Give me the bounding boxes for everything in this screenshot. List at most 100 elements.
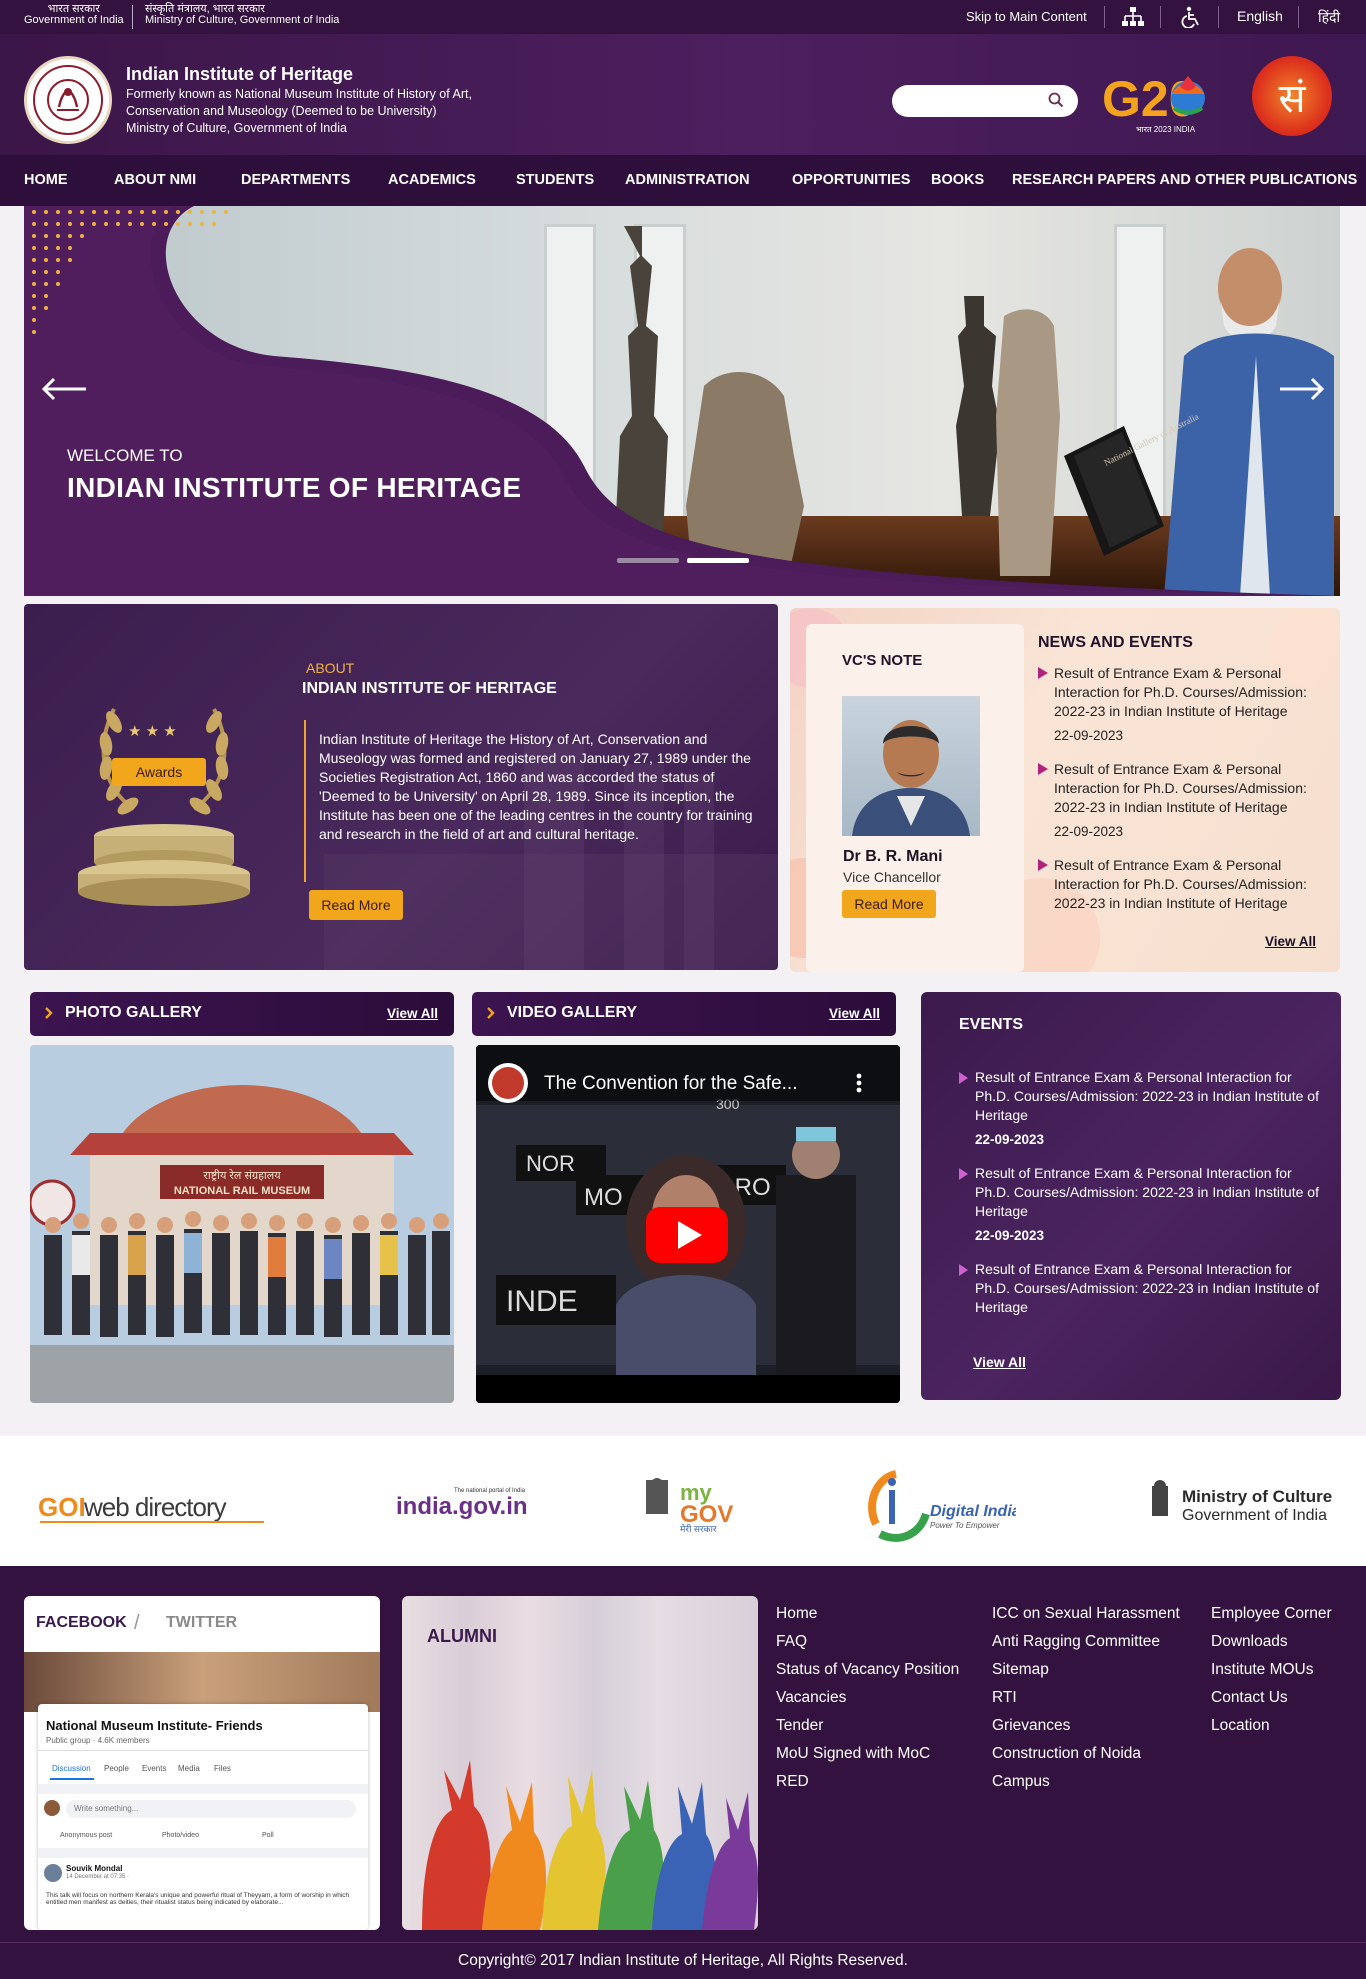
ministry-english-text: Ministry of Culture, Government of India <box>145 14 340 26</box>
skip-to-main-link[interactable]: Skip to Main Content <box>966 9 1087 24</box>
news-item-text[interactable]: Result of Entrance Exam & Personal Inter… <box>1054 760 1332 817</box>
footer-link[interactable]: Status of Vacancy Position <box>776 1656 959 1684</box>
event-item[interactable]: Result of Entrance Exam & Personal Inter… <box>959 1164 1329 1244</box>
facebook-group-meta: Public group · 4.6K members <box>46 1736 150 1745</box>
digital-india-logo[interactable]: Digital India Power To Empower <box>866 1468 1021 1544</box>
event-item-text[interactable]: Result of Entrance Exam & Personal Inter… <box>975 1260 1329 1317</box>
footer-link[interactable]: Sitemap <box>992 1656 1180 1684</box>
footer-link[interactable]: Downloads <box>1211 1628 1332 1656</box>
footer-link[interactable]: Tender <box>776 1712 959 1740</box>
institute-emblem-icon <box>33 65 103 135</box>
mygov-logo[interactable]: my GOV मेरी सरकार <box>642 1474 752 1534</box>
tab-facebook[interactable]: FACEBOOK <box>36 1614 127 1632</box>
footer-link[interactable]: FAQ <box>776 1628 959 1656</box>
nav-academics[interactable]: ACADEMICS <box>388 172 476 188</box>
news-item[interactable]: Result of Entrance Exam & Personal Inter… <box>1038 760 1332 840</box>
news-view-all-link[interactable]: View All <box>1265 934 1316 949</box>
fb-composer-input[interactable]: Write something... <box>66 1800 356 1818</box>
arrow-right-icon[interactable] <box>1278 376 1326 407</box>
footer-link[interactable]: MoU Signed with MoC <box>776 1740 959 1768</box>
accessibility-icon[interactable] <box>1178 6 1204 28</box>
footer-link[interactable]: ICC on Sexual Harassment <box>992 1600 1180 1628</box>
museum-sign-hindi: राष्ट्रीय रेल संग्रहालय <box>203 1169 281 1182</box>
site-header: Indian Institute of Heritage Formerly kn… <box>0 34 1366 155</box>
facebook-cover-image <box>24 1652 380 1712</box>
footer-link[interactable]: Home <box>776 1600 959 1628</box>
slider-dot-1[interactable] <box>617 558 679 563</box>
footer-link[interactable]: Employee Corner <box>1211 1600 1332 1628</box>
about-body: Indian Institute of Heritage the History… <box>319 731 753 842</box>
footer-link[interactable]: Grievances <box>992 1712 1180 1740</box>
event-item-text[interactable]: Result of Entrance Exam & Personal Inter… <box>975 1068 1329 1125</box>
fb-poll[interactable]: Poll <box>262 1832 274 1839</box>
ministry-of-culture-logo[interactable]: Ministry of Culture Government of India <box>1146 1478 1336 1528</box>
footer-link[interactable]: RTI <box>992 1684 1180 1712</box>
site-title[interactable]: Indian Institute of Heritage <box>126 64 353 85</box>
fb-photo-video[interactable]: Photo/video <box>162 1832 199 1839</box>
double-chevron-icon <box>487 1007 495 1019</box>
goi-web-directory-logo[interactable]: GOI web directory <box>36 1486 266 1526</box>
tab-twitter[interactable]: TWITTER <box>166 1614 237 1632</box>
language-hindi-link[interactable]: हिंदी <box>1318 8 1340 27</box>
event-item[interactable]: Result of Entrance Exam & Personal Inter… <box>959 1260 1329 1320</box>
photo-gallery-view-all[interactable]: View All <box>387 1006 438 1021</box>
footer-link[interactable]: Construction of Noida <box>992 1740 1180 1768</box>
fb-tab-events[interactable]: Events <box>142 1764 166 1773</box>
event-item-text[interactable]: Result of Entrance Exam & Personal Inter… <box>975 1164 1329 1221</box>
alumni-card[interactable]: ALUMNI <box>402 1596 758 1930</box>
logo-text: Ministry of Culture <box>1182 1487 1332 1506</box>
vc-read-more-button[interactable]: Read More <box>842 890 936 918</box>
footer-link[interactable]: Anti Ragging Committee <box>992 1628 1180 1656</box>
nav-books[interactable]: BOOKS <box>931 172 984 188</box>
facebook-group-name[interactable]: National Museum Institute- Friends <box>46 1718 263 1733</box>
news-item[interactable]: Result of Entrance Exam & Personal Inter… <box>1038 664 1332 744</box>
ministry-label: संस्कृति मंत्रालय, भारत सरकार Ministry o… <box>145 4 339 26</box>
india-gov-logo[interactable]: The national portal of India india.gov.i… <box>396 1480 530 1524</box>
hero-title: INDIAN INSTITUTE OF HERITAGE <box>67 472 522 503</box>
nav-administration[interactable]: ADMINISTRATION <box>625 172 750 188</box>
nav-students[interactable]: STUDENTS <box>516 172 594 188</box>
institute-logo[interactable] <box>24 56 112 144</box>
nav-about-nmi[interactable]: ABOUT NMI <box>114 172 196 188</box>
footer-link[interactable]: Institute MOUs <box>1211 1656 1332 1684</box>
awards-button[interactable]: Awards <box>112 758 206 786</box>
footer-link[interactable]: Location <box>1211 1712 1332 1740</box>
footer-link[interactable]: RED <box>776 1768 959 1796</box>
video-gallery-view-all[interactable]: View All <box>829 1006 880 1021</box>
footer-link[interactable]: Vacancies <box>776 1684 959 1712</box>
news-item-text[interactable]: Result of Entrance Exam & Personal Inter… <box>1054 664 1332 721</box>
nav-research-papers[interactable]: RESEARCH PAPERS AND OTHER PUBLICATIONS <box>1012 172 1357 188</box>
language-english-link[interactable]: English <box>1237 8 1283 24</box>
g20-subtext: भारत 2023 INDIA <box>1136 125 1196 134</box>
vc-note-heading: VC'S NOTE <box>842 652 923 669</box>
nav-departments[interactable]: DEPARTMENTS <box>241 172 350 188</box>
search-icon[interactable] <box>1048 92 1064 108</box>
nav-opportunities[interactable]: OPPORTUNITIES <box>792 172 910 188</box>
chevron-right-icon <box>959 1168 968 1180</box>
events-view-all-link[interactable]: View All <box>973 1354 1026 1370</box>
news-item-date: 22-09-2023 <box>1054 728 1124 743</box>
divider <box>38 1784 368 1794</box>
logo-text: Government of India <box>1182 1507 1327 1524</box>
event-item[interactable]: Result of Entrance Exam & Personal Inter… <box>959 1068 1329 1148</box>
footer-link[interactable]: Campus <box>992 1768 1180 1796</box>
facebook-group-widget[interactable]: National Museum Institute- Friends Publi… <box>38 1704 368 1930</box>
fb-tab-discussion[interactable]: Discussion <box>52 1764 91 1773</box>
slider-dot-2[interactable] <box>687 558 749 563</box>
fb-tab-people[interactable]: People <box>104 1764 129 1773</box>
fb-anonymous-post[interactable]: Anonymous post <box>60 1832 112 1839</box>
arrow-left-icon[interactable] <box>40 376 88 407</box>
photo-gallery-image[interactable]: राष्ट्रीय रेल संग्रहालय NATIONAL RAIL MU… <box>30 1045 454 1403</box>
chevron-right-icon <box>1038 859 1048 871</box>
search-input[interactable] <box>892 85 1078 117</box>
footer-link[interactable]: Contact Us <box>1211 1684 1332 1712</box>
nav-home[interactable]: HOME <box>24 172 68 188</box>
fb-tab-media[interactable]: Media <box>178 1764 200 1773</box>
news-item-text[interactable]: Result of Entrance Exam & Personal Inter… <box>1054 856 1332 913</box>
fb-post-author[interactable]: Souvik Mondal <box>66 1864 122 1873</box>
fb-tab-files[interactable]: Files <box>214 1764 231 1773</box>
sitemap-icon[interactable] <box>1120 6 1146 28</box>
video-player[interactable]: NOR MO GRO INDE 300 The Convention for t… <box>476 1045 900 1403</box>
news-item[interactable]: Result of Entrance Exam & Personal Inter… <box>1038 856 1332 916</box>
about-read-more-button[interactable]: Read More <box>309 890 403 920</box>
